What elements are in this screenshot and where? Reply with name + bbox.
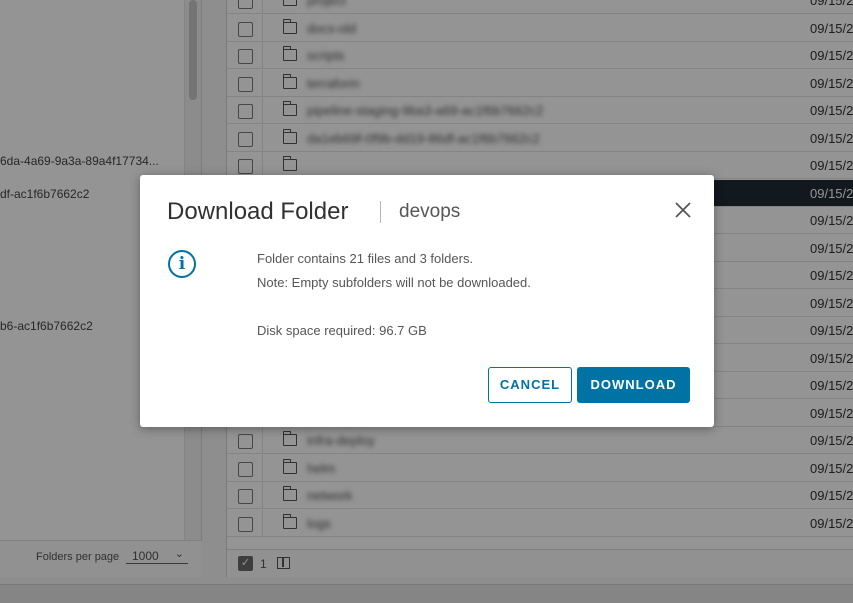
- empty-subfolders-note: Note: Empty subfolders will not be downl…: [257, 275, 531, 290]
- download-button[interactable]: DOWNLOAD: [577, 367, 690, 403]
- download-folder-dialog: Download Folder devops i Folder contains…: [140, 175, 714, 427]
- folder-contents-text: Folder contains 21 files and 3 folders.: [257, 251, 474, 266]
- info-icon: i: [168, 250, 196, 278]
- cancel-button[interactable]: CANCEL: [488, 367, 572, 403]
- disk-space-text: Disk space required: 96.7 GB: [257, 323, 427, 338]
- dialog-subtitle: devops: [399, 201, 461, 222]
- title-divider: [380, 201, 381, 223]
- close-icon[interactable]: [674, 201, 692, 219]
- dialog-title: Download Folder: [167, 198, 349, 225]
